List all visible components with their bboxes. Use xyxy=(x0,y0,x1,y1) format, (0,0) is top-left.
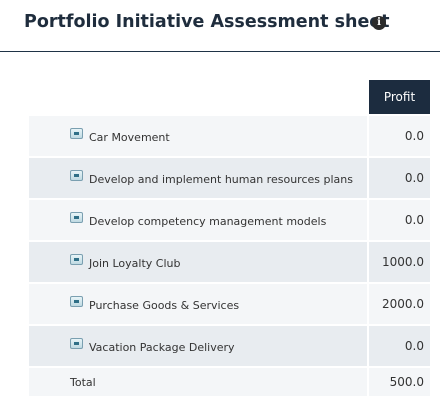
initiative-label: Develop competency management models xyxy=(89,214,327,228)
table-row: Develop competency management models 0.0 xyxy=(29,200,430,240)
info-icon[interactable]: i xyxy=(372,16,386,30)
initiative-cell: Develop competency management models xyxy=(29,200,367,240)
page-header: Portfolio Initiative Assessment sheet i xyxy=(0,0,440,52)
total-label: Total xyxy=(29,368,367,396)
table-row: Join Loyalty Club 1000.0 xyxy=(29,242,430,282)
assessment-table: Car Movement 0.0 Develop and implement h… xyxy=(29,116,430,368)
profit-value: 2000.0 xyxy=(369,284,430,324)
profit-value: 0.0 xyxy=(369,200,430,240)
expand-icon[interactable] xyxy=(70,295,83,307)
expand-icon[interactable] xyxy=(70,337,83,349)
expand-icon[interactable] xyxy=(70,253,83,265)
expand-icon[interactable] xyxy=(70,211,83,223)
initiative-label: Purchase Goods & Services xyxy=(89,298,240,312)
table-row: Car Movement 0.0 xyxy=(29,116,430,156)
initiative-cell: Develop and implement human resources pl… xyxy=(29,158,367,198)
initiative-label: Vacation Package Delivery xyxy=(89,340,235,354)
initiative-label: Car Movement xyxy=(89,130,170,144)
table-row: Develop and implement human resources pl… xyxy=(29,158,430,198)
profit-value: 0.0 xyxy=(369,326,430,366)
profit-value: 0.0 xyxy=(369,158,430,198)
table-row: Vacation Package Delivery 0.0 xyxy=(29,326,430,366)
column-header-profit[interactable]: Profit xyxy=(369,80,430,114)
initiative-cell: Purchase Goods & Services xyxy=(29,284,367,324)
initiative-cell: Join Loyalty Club xyxy=(29,242,367,282)
profit-value: 1000.0 xyxy=(369,242,430,282)
expand-icon[interactable] xyxy=(70,127,83,139)
total-value: 500.0 xyxy=(369,368,430,396)
initiative-label: Develop and implement human resources pl… xyxy=(89,172,353,186)
initiative-cell: Vacation Package Delivery xyxy=(29,326,367,366)
profit-value: 0.0 xyxy=(369,116,430,156)
expand-icon[interactable] xyxy=(70,169,83,181)
page-title: Portfolio Initiative Assessment sheet xyxy=(24,12,390,32)
total-row: Total 500.0 xyxy=(29,368,430,396)
initiative-label: Join Loyalty Club xyxy=(89,256,181,270)
initiative-cell: Car Movement xyxy=(29,116,367,156)
table-row: Purchase Goods & Services 2000.0 xyxy=(29,284,430,324)
